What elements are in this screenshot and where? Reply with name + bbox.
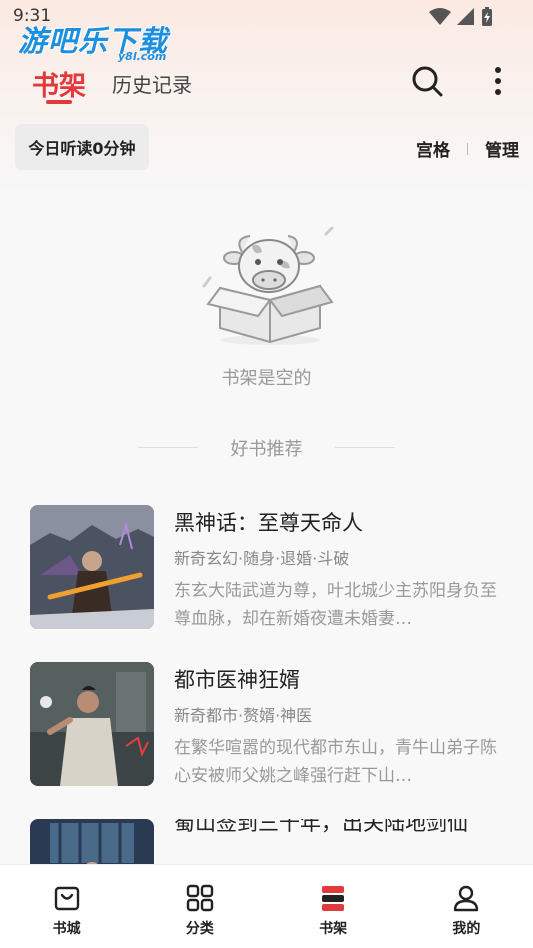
- user-icon: [454, 885, 479, 912]
- book-cover: [30, 819, 154, 864]
- book-title: 都市医神狂婿: [174, 668, 300, 692]
- recommend-divider-right: [335, 447, 395, 448]
- book-title: 黑神话：至尊天命人: [174, 511, 363, 535]
- nav-label: 书城: [52, 921, 81, 937]
- book-cover: [30, 662, 154, 786]
- empty-shelf-text: 书架是空的: [221, 368, 312, 389]
- nav-bookstore[interactable]: 书城: [0, 865, 133, 948]
- shelf-toolbar: 宫格 管理: [416, 136, 519, 161]
- book-description: 在繁华喧嚣的现代都市东山，青牛山弟子陈心安被师父姚之峰强行赶下山…: [174, 738, 497, 786]
- bookshelf-icon: [322, 886, 345, 911]
- wifi-icon: [429, 8, 451, 25]
- manage-button[interactable]: 管理: [485, 136, 519, 161]
- nav-label: 我的: [452, 921, 481, 937]
- more-vertical-icon[interactable]: [486, 63, 510, 99]
- book-card[interactable]: 黑神话：至尊天命人 新奇玄幻·随身·退婚·斗破 东玄大陆武道为尊，叶北城少主苏阳…: [30, 505, 510, 631]
- status-icons: [429, 7, 493, 27]
- signal-icon: [457, 8, 474, 25]
- book-tags: 新奇都市·赘婿·神医: [174, 706, 313, 725]
- listen-time-chip[interactable]: 今日听读0分钟: [15, 124, 149, 170]
- tab-bookshelf[interactable]: 书架: [32, 64, 86, 103]
- book-description: 东玄大陆武道为尊，叶北城少主苏阳身负至尊血脉，却在新婚夜遭未婚妻…: [174, 581, 497, 629]
- bag-icon: [54, 886, 79, 911]
- grid-view-button[interactable]: 宫格: [416, 136, 450, 161]
- book-title: 蜀山签到三千年，出关陆地剑仙: [174, 819, 468, 835]
- nav-category[interactable]: 分类: [133, 865, 266, 948]
- nav-label: 分类: [185, 921, 214, 937]
- bottom-navigation: 书城 分类 书架 我的: [0, 864, 533, 948]
- book-card[interactable]: 蜀山签到三千年，出关陆地剑仙: [30, 819, 510, 864]
- toolbar-divider: [467, 142, 468, 155]
- header: 书架 历史记录: [0, 56, 533, 112]
- tab-active-indicator: [46, 100, 72, 104]
- grid-icon: [186, 884, 214, 912]
- book-tags: 新奇玄幻·随身·退婚·斗破: [174, 549, 350, 568]
- tab-history[interactable]: 历史记录: [112, 69, 192, 98]
- empty-box-cow-illustration: [202, 226, 334, 345]
- book-card[interactable]: 都市医神狂婿 新奇都市·赘婿·神医 在繁华喧嚣的现代都市东山，青牛山弟子陈心安被…: [30, 662, 510, 788]
- battery-icon: [482, 7, 492, 26]
- book-cover: [30, 505, 154, 629]
- nav-bookshelf[interactable]: 书架: [267, 865, 400, 948]
- search-icon[interactable]: [410, 64, 444, 98]
- recommend-title: 好书推荐: [230, 439, 303, 460]
- nav-profile[interactable]: 我的: [400, 865, 533, 948]
- nav-label: 书架: [319, 921, 348, 937]
